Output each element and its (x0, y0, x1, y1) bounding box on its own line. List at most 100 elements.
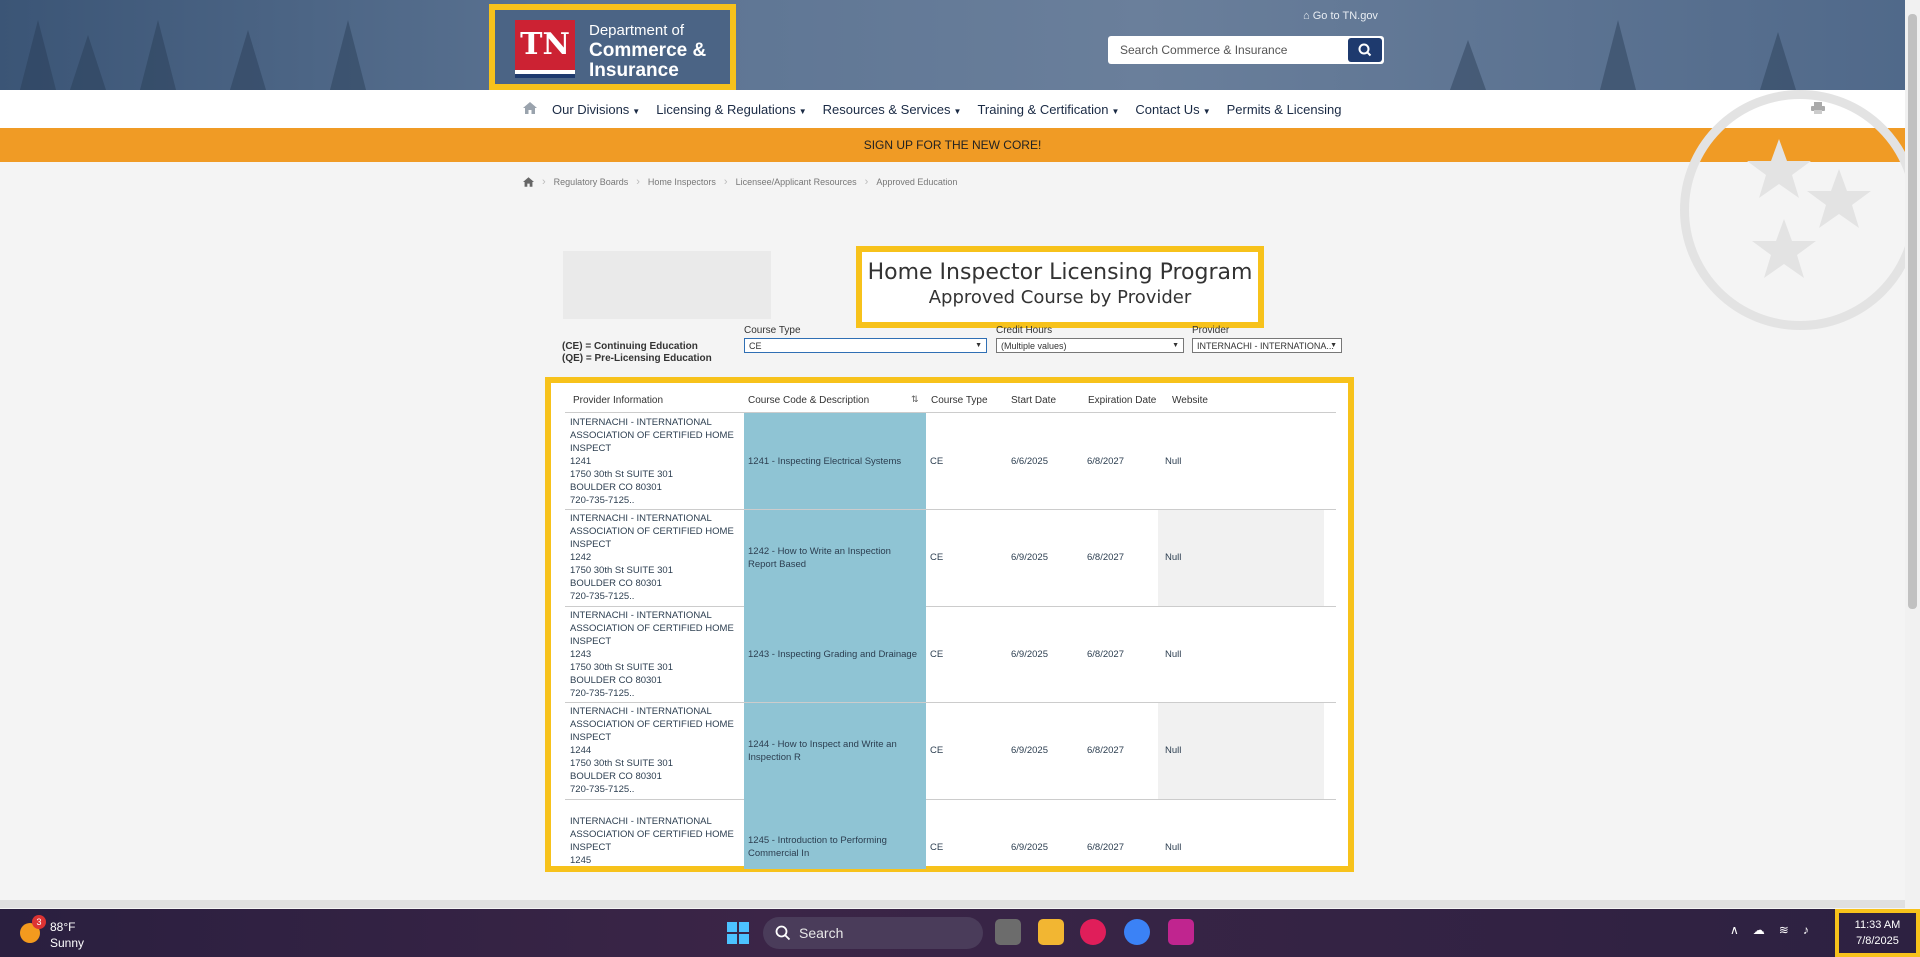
col-website[interactable]: Website (1172, 395, 1208, 406)
breadcrumb-home-icon[interactable] (523, 177, 534, 187)
start-date-cell: 6/9/2025 (1011, 799, 1081, 869)
breadcrumb-item-3[interactable]: Approved Education (876, 177, 957, 187)
provider-info-line: 1242 (570, 552, 592, 563)
provider-info-line: 1750 30th St SUITE 301 (570, 758, 673, 769)
caret-down-icon: ▼ (1202, 106, 1211, 116)
provider-value: INTERNACHI - INTERNATIONA... (1197, 341, 1334, 351)
course-type-cell-text: CE (930, 745, 944, 756)
provider-info-line: BOULDER CO 80301 (570, 578, 662, 589)
star-icon (1747, 139, 1871, 278)
table-row[interactable]: INTERNACHI - INTERNATIONAL ASSOCIATION OF… (565, 509, 1336, 607)
expiration-date-cell-text: 6/8/2027 (1087, 552, 1124, 563)
taskbar-search[interactable]: Search (763, 917, 983, 949)
header-tree-decor (1760, 32, 1796, 90)
taskbar-clock[interactable]: 11:33 AM 7/8/2025 (1835, 909, 1920, 957)
course-type-cell-text: CE (930, 455, 944, 467)
course-type-legend: (CE) = Continuing Education (QE) = Pre-L… (562, 341, 712, 365)
website-cell-text: Null (1165, 552, 1182, 563)
website-cell-text: Null (1165, 648, 1182, 660)
nav-item-0[interactable]: Our Divisions ▼ (552, 102, 640, 117)
provider-info-lines: INTERNACHI - INTERNATIONAL ASSOCIATION OF… (570, 416, 734, 507)
col-course-code[interactable]: Course Code & Description (748, 395, 869, 406)
chevron-right-icon: › (723, 176, 728, 188)
provider-info-line: 720-735-7125.. (570, 494, 635, 506)
provider-info-line: ASSOCIATION OF CERTIFIED HOME (570, 526, 734, 537)
table-header: Provider Information Course Code & Descr… (565, 389, 1336, 413)
legend-ce: (CE) = Continuing Education (562, 341, 698, 352)
nav-item-label: Permits & Licensing (1226, 101, 1342, 117)
table-row[interactable]: INTERNACHI - INTERNATIONAL ASSOCIATION OF… (565, 413, 1336, 510)
onedrive-icon[interactable]: ☁ (1753, 923, 1765, 937)
course-type-select[interactable]: CE ▼ (744, 338, 987, 353)
search-icon (1358, 43, 1372, 57)
provider-info-line: 1243 (570, 648, 592, 660)
breadcrumb-item-2[interactable]: Licensee/Applicant Resources (736, 177, 857, 187)
chevron-right-icon: › (636, 176, 640, 188)
page-scroll-thumb[interactable] (1908, 14, 1917, 609)
dashboard-title-main: Home Inspector Licensing Program (867, 260, 1253, 285)
credit-hours-select[interactable]: (Multiple values) ▼ (996, 338, 1184, 353)
provider-info-lines: INTERNACHI - INTERNATIONAL ASSOCIATION OF… (570, 815, 734, 870)
provider-info-line: 720-735-7125.. (570, 784, 635, 795)
nav-item-5[interactable]: Permits & Licensing (1227, 102, 1342, 117)
course-code-cell-text: 1242 - How to Write an Inspection Report… (748, 545, 891, 570)
site-search-button[interactable] (1348, 38, 1382, 62)
clock-time: 11:33 AM (1854, 919, 1901, 931)
expiration-date-cell: 6/8/2027 (1087, 606, 1157, 702)
chevron-up-icon[interactable]: ∧ (1730, 923, 1739, 937)
table-row[interactable]: INTERNACHI - INTERNATIONAL ASSOCIATION OF… (565, 799, 1336, 869)
app-d-icon[interactable] (1168, 919, 1194, 945)
col-provider-info[interactable]: Provider Information (573, 395, 663, 406)
col-start-date[interactable]: Start Date (1011, 395, 1056, 406)
course-code-cell: 1245 - Introduction to Performing Commer… (744, 799, 926, 869)
nav-item-label: Our Divisions (552, 101, 630, 117)
course-code-cell-text: 1245 - Introduction to Performing Commer… (748, 835, 887, 859)
file-explorer-icon[interactable] (1038, 919, 1064, 945)
slack-icon[interactable] (1080, 919, 1106, 945)
course-code-cell-text: 1244 - How to Inspect and Write an Inspe… (748, 738, 897, 763)
course-type-cell: CE (930, 606, 1000, 702)
page-scrollbar[interactable] (1905, 0, 1920, 908)
provider-select[interactable]: INTERNACHI - INTERNATIONA... ▼ (1192, 338, 1342, 353)
provider-info-line: INTERNACHI - INTERNATIONAL (570, 815, 712, 827)
nav-item-4[interactable]: Contact Us ▼ (1135, 102, 1210, 117)
provider-info-line: BOULDER CO 80301 (570, 481, 662, 493)
breadcrumb-item-0[interactable]: Regulatory Boards (554, 177, 629, 187)
col-course-type[interactable]: Course Type (931, 395, 988, 406)
volume-icon[interactable]: ♪ (1803, 923, 1809, 937)
credit-hours-value: (Multiple values) (1001, 341, 1067, 351)
breadcrumb-item-1[interactable]: Home Inspectors (648, 177, 716, 187)
provider-info-line: ASSOCIATION OF CERTIFIED HOME (570, 429, 734, 441)
windows-start-icon[interactable] (727, 922, 749, 944)
goto-tn-link[interactable]: ⌂ Go to TN.gov (1303, 10, 1378, 22)
caret-down-icon: ▼ (798, 106, 807, 116)
wifi-icon[interactable]: ≋ (1779, 923, 1789, 937)
nav-item-1[interactable]: Licensing & Regulations ▼ (656, 102, 806, 117)
provider-info-cell: INTERNACHI - INTERNATIONAL ASSOCIATION OF… (570, 413, 740, 509)
dashboard-placeholder (563, 251, 771, 319)
chrome-icon[interactable] (1124, 919, 1150, 945)
expiration-date-cell-text: 6/8/2027 (1087, 455, 1124, 467)
nav-home-icon[interactable] (523, 102, 537, 114)
caret-down-icon: ▼ (1111, 106, 1120, 116)
col-expiration-date[interactable]: Expiration Date (1088, 395, 1156, 406)
start-date-cell-text: 6/9/2025 (1011, 648, 1048, 660)
table-row[interactable]: INTERNACHI - INTERNATIONAL ASSOCIATION OF… (565, 606, 1336, 703)
course-type-cell: CE (930, 703, 1000, 799)
nav-items: Our Divisions ▼ Licensing & Regulations ▼ Re… (552, 90, 1342, 128)
sort-icon[interactable]: ⇅ (911, 394, 919, 405)
course-type-cell: CE (930, 413, 1000, 509)
course-code-cell-text: 1241 - Inspecting Electrical Systems (748, 455, 902, 467)
site-search-input[interactable] (1108, 36, 1344, 64)
task-view-icon[interactable] (995, 919, 1021, 945)
core-signup-banner[interactable]: SIGN UP FOR THE NEW CORE! (0, 128, 1905, 162)
provider-info-line: BOULDER CO 80301 (570, 674, 662, 686)
nav-item-3[interactable]: Training & Certification ▼ (977, 102, 1119, 117)
expiration-date-cell-text: 6/8/2027 (1087, 841, 1124, 853)
site-logo[interactable]: TN Department of Commerce & Insurance (489, 4, 736, 90)
table-row[interactable]: INTERNACHI - INTERNATIONAL ASSOCIATION OF… (565, 702, 1336, 800)
nav-item-2[interactable]: Resources & Services ▼ (823, 102, 962, 117)
page-horizontal-scrollbar[interactable] (0, 900, 1905, 908)
taskbar-search-label: Search (799, 925, 844, 941)
provider-info-line: 1750 30th St SUITE 301 (570, 468, 673, 480)
